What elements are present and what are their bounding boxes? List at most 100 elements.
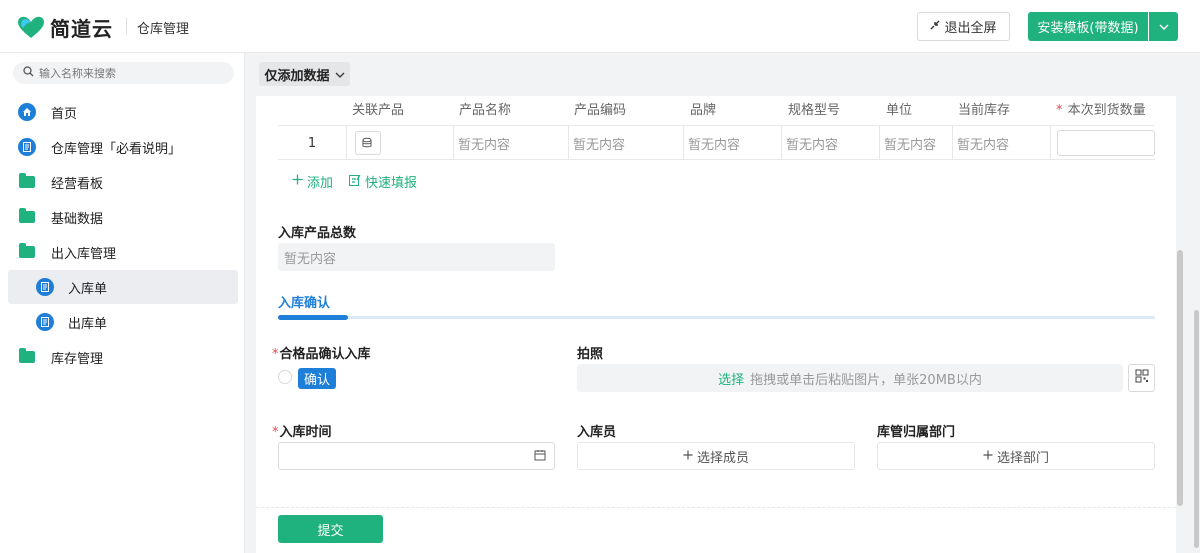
search-icon [23, 66, 34, 80]
section-divider-active [278, 315, 348, 320]
add-label: 添加 [307, 176, 334, 191]
select-member-button[interactable]: 选择成员 [577, 442, 855, 470]
quick-fill-button[interactable]: 快速填报 [349, 172, 417, 191]
confirm-option-tag[interactable]: 确认 [298, 368, 336, 389]
inbound-time-label: *入库时间 [272, 425, 332, 440]
folder-open-icon [18, 243, 36, 261]
form-icon [36, 313, 54, 331]
install-template-button[interactable]: 安装模板(带数据) [1028, 12, 1148, 41]
home-icon [18, 103, 36, 121]
stock-cell: 暂无内容 [953, 126, 1051, 160]
qr-code-button[interactable] [1128, 364, 1155, 392]
confirm-radio[interactable] [278, 370, 292, 384]
quick-fill-label: 快速填报 [365, 176, 418, 191]
sidebar-item-inbound[interactable]: 入库单 [8, 270, 238, 304]
upload-select-link[interactable]: 选择 [718, 369, 744, 388]
select-department-label: 选择部门 [996, 450, 1049, 466]
sidebar-item-label: 基础数据 [51, 211, 104, 227]
column-header: 产品编码 [574, 103, 627, 118]
total-products-label: 入库产品总数 [278, 226, 357, 241]
exit-fullscreen-label: 退出全屏 [944, 21, 997, 36]
column-header: 规格型号 [788, 103, 841, 118]
filter-label: 仅添加数据 [264, 68, 330, 84]
chevron-down-icon [1158, 19, 1169, 34]
linked-product-cell [347, 126, 454, 160]
select-department-button[interactable]: 选择部门 [877, 442, 1155, 470]
qr-code-icon [1135, 369, 1149, 387]
logo-text: 简道云 [50, 17, 113, 41]
plus-icon [983, 449, 993, 464]
header-divider [126, 18, 127, 34]
sidebar-item-label: 仓库管理「必看说明」 [51, 141, 182, 157]
add-row-button[interactable]: 添加 [292, 172, 333, 191]
sidebar-item-inventory[interactable]: 库存管理 [8, 340, 238, 374]
photo-label: 拍照 [577, 347, 604, 362]
exit-fullscreen-button[interactable]: 退出全屏 [917, 12, 1010, 41]
select-member-label: 选择成员 [696, 450, 749, 466]
form-card [256, 96, 1176, 553]
document-icon [18, 138, 36, 156]
sidebar-item-dashboard[interactable]: 经营看板 [8, 165, 238, 199]
column-header: 品牌 [690, 103, 717, 118]
form-scrollbar[interactable] [1177, 250, 1183, 506]
row-index: 1 [278, 126, 347, 160]
quantity-cell [1051, 126, 1155, 160]
sidebar-item-label: 经营看板 [51, 176, 104, 192]
folder-icon [18, 348, 36, 366]
app-title: 仓库管理 [137, 22, 190, 37]
database-icon[interactable] [355, 131, 381, 155]
table-row: 1 暂无内容 暂无内容 暂无内容 暂无内容 暂无内容 暂无内容 [278, 126, 1155, 160]
form-icon [36, 278, 54, 296]
column-header: 当前库存 [958, 103, 1011, 118]
sidebar: 输入名称来搜索 首页 仓库管理「必看说明」 经营看板 基础数据 出入库管理 入库… [0, 53, 245, 553]
product-code-cell: 暂无内容 [569, 126, 684, 160]
chevron-down-icon [335, 67, 345, 82]
search-placeholder: 输入名称来搜索 [39, 67, 116, 80]
top-header: 简道云 仓库管理 退出全屏 安装模板(带数据) [0, 0, 1200, 53]
qualified-confirm-label: *合格品确认入库 [272, 347, 371, 362]
sidebar-item-basic-data[interactable]: 基础数据 [8, 200, 238, 234]
logo: 简道云 [16, 13, 113, 42]
subform-table-header: 关联产品 产品名称 产品编码 品牌 规格型号 单位 当前库存 * 本次到货数量 [278, 96, 1155, 126]
product-name-cell: 暂无内容 [454, 126, 569, 160]
submit-button[interactable]: 提交 [278, 515, 383, 543]
staff-label: 入库员 [577, 425, 617, 440]
spec-cell: 暂无内容 [782, 126, 880, 160]
sidebar-item-inout[interactable]: 出入库管理 [8, 235, 238, 269]
page-scrollbar[interactable] [1194, 310, 1199, 548]
collapse-icon [930, 20, 940, 33]
sidebar-item-label: 出入库管理 [51, 246, 117, 262]
column-header: 产品名称 [459, 103, 512, 118]
sidebar-item-outbound[interactable]: 出库单 [8, 305, 238, 339]
add-only-filter-button[interactable]: 仅添加数据 [259, 62, 350, 86]
image-upload-area[interactable]: 选择 拖拽或单击后粘贴图片，单张20MB以内 [577, 364, 1123, 392]
edit-form-icon [349, 174, 361, 190]
content-toolbar: 仅添加数据 [246, 53, 1200, 96]
folder-icon [18, 173, 36, 191]
quantity-input[interactable] [1057, 130, 1155, 156]
plus-icon [683, 449, 693, 464]
sidebar-item-warehouse-guide[interactable]: 仓库管理「必看说明」 [8, 130, 238, 164]
unit-cell: 暂无内容 [880, 126, 953, 160]
column-header: 关联产品 [352, 103, 405, 118]
column-header: * 本次到货数量 [1056, 103, 1146, 118]
inbound-time-input[interactable] [278, 442, 555, 470]
install-dropdown-button[interactable] [1149, 12, 1178, 41]
section-title: 入库确认 [278, 296, 331, 311]
sidebar-item-label: 入库单 [68, 281, 108, 297]
footer-divider [256, 507, 1176, 508]
plus-icon [292, 174, 303, 189]
total-products-value: 暂无内容 [278, 243, 555, 271]
department-label: 库管归属部门 [877, 425, 956, 440]
column-header: 单位 [886, 103, 913, 118]
logo-icon [16, 16, 46, 40]
section-divider [278, 316, 1155, 319]
brand-cell: 暂无内容 [684, 126, 782, 160]
sidebar-item-label: 首页 [51, 106, 78, 122]
search-input[interactable]: 输入名称来搜索 [13, 62, 234, 84]
sidebar-item-home[interactable]: 首页 [8, 95, 238, 129]
sidebar-item-label: 出库单 [68, 316, 108, 332]
calendar-icon [534, 449, 546, 465]
sidebar-item-label: 库存管理 [51, 351, 104, 367]
upload-hint: 拖拽或单击后粘贴图片，单张20MB以内 [750, 372, 982, 388]
